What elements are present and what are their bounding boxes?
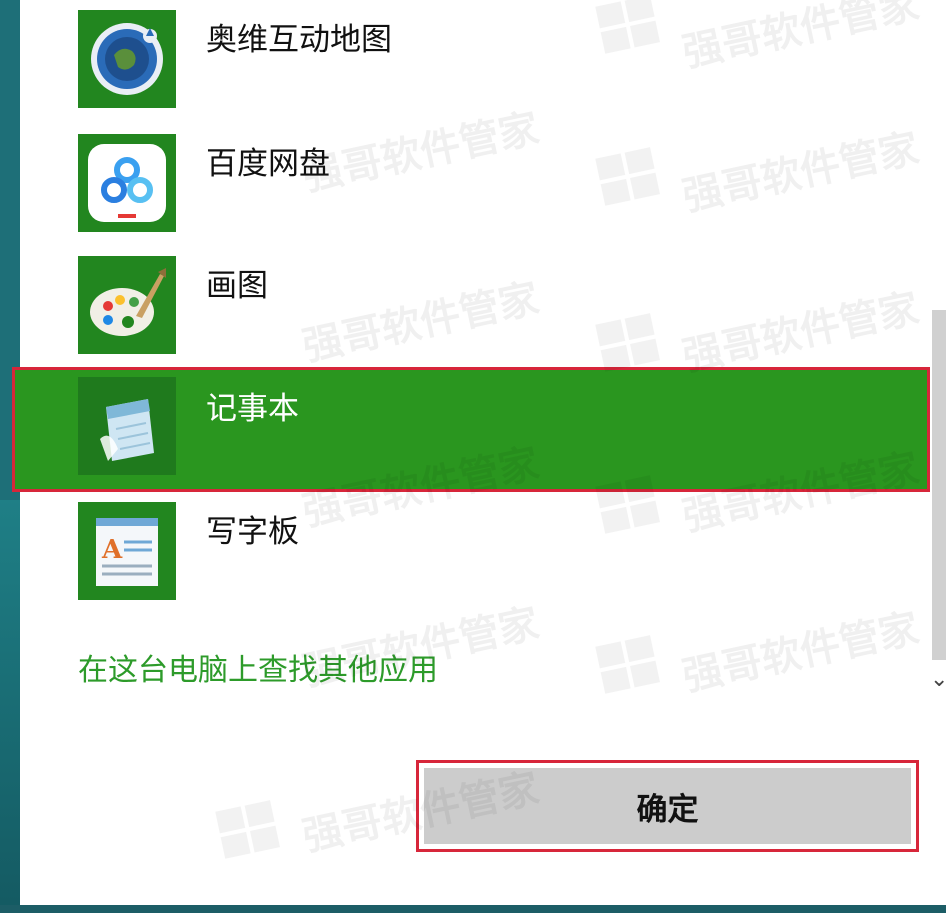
chevron-down-icon[interactable]: ⌄ [930, 665, 946, 695]
app-item-notepad[interactable]: 记事本 [12, 369, 930, 491]
app-label: 奥维互动地图 [206, 22, 392, 58]
app-item-baidu-netdisk[interactable]: 百度网盘 [20, 124, 930, 246]
app-label: 画图 [206, 268, 268, 304]
globe-map-icon [78, 10, 176, 108]
notepad-icon [78, 377, 176, 475]
taskbar-edge [0, 905, 946, 913]
paint-palette-icon [78, 256, 176, 354]
ok-button[interactable]: 确定 [424, 768, 911, 844]
app-label: 百度网盘 [206, 146, 330, 182]
baidu-netdisk-icon [78, 134, 176, 232]
app-label: 写字板 [206, 514, 299, 550]
app-item-wordpad[interactable]: A 写字板 [20, 492, 930, 614]
svg-text:A: A [101, 535, 123, 565]
find-more-apps-link[interactable]: 在这台电脑上查找其他应用 [78, 645, 438, 689]
app-label: 记事本 [206, 391, 299, 427]
scrollbar-thumb[interactable] [932, 310, 946, 660]
app-item-paint[interactable]: 画图 [20, 246, 930, 368]
wordpad-icon: A [78, 502, 176, 600]
app-item-ovital-map[interactable]: 奥维互动地图 [20, 0, 930, 122]
